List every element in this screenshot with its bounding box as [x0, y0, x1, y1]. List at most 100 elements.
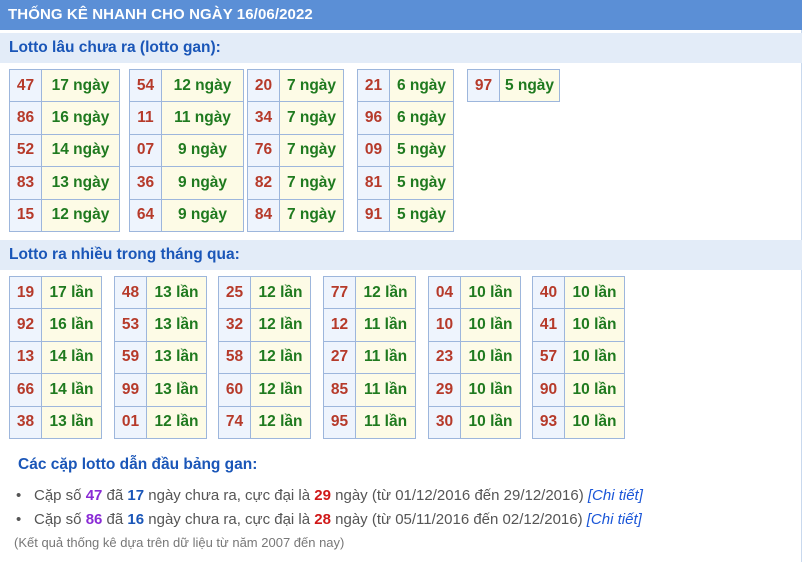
lotto-number: 13: [9, 340, 42, 375]
lotto-number: 91: [357, 198, 390, 232]
table-row: 54 12 ngày: [129, 68, 244, 103]
lotto-count: 6 ngày: [389, 68, 454, 103]
lotto-count: 13 lần: [146, 340, 207, 375]
lotto-count: 9 ngày: [161, 133, 244, 168]
page-title: THỐNG KÊ NHANH CHO NGÀY 16/06/2022: [0, 0, 802, 30]
lotto-count: 12 lần: [355, 275, 416, 310]
table-row: 52 14 ngày: [9, 133, 120, 168]
gan-table: 97 5 ngày: [467, 68, 560, 103]
lotto-count: 12 ngày: [41, 198, 120, 232]
frequent-section-title: Lotto ra nhiều trong tháng qua:: [0, 240, 802, 270]
lotto-number: 10: [428, 308, 461, 342]
pair-days: 17: [127, 487, 145, 504]
lotto-number: 92: [9, 308, 42, 342]
table-row: 96 6 ngày: [357, 101, 454, 135]
pair-text: Cặp số: [34, 487, 86, 504]
lotto-number: 29: [428, 373, 461, 407]
lotto-number: 74: [218, 405, 251, 439]
lotto-number: 66: [9, 373, 42, 407]
detail-link[interactable]: [Chi tiết]: [587, 511, 642, 528]
lotto-number: 09: [357, 133, 390, 168]
table-row: 91 5 ngày: [357, 198, 454, 232]
pair-number: 47: [85, 487, 103, 504]
gan-section-title: Lotto lâu chưa ra (lotto gan):: [0, 33, 802, 63]
lotto-number: 01: [114, 405, 147, 439]
lotto-number: 52: [9, 133, 42, 168]
lotto-number: 64: [129, 198, 162, 232]
lotto-number: 15: [9, 198, 42, 232]
table-row: 23 10 lần: [428, 340, 521, 375]
table-row: 25 12 lần: [218, 275, 311, 310]
lotto-number: 99: [114, 373, 147, 407]
lotto-count: 14 lần: [41, 340, 102, 375]
table-row: 93 10 lần: [532, 405, 625, 439]
table-row: 40 10 lần: [532, 275, 625, 310]
bullet: •: [16, 487, 22, 504]
lotto-number: 95: [323, 405, 356, 439]
lotto-number: 11: [129, 101, 162, 135]
pair-max: 28: [314, 511, 331, 528]
pair-text: ngày chưa ra, cực đại là: [144, 511, 315, 528]
frequent-table: 77 12 lần 12 11 lần 27 11 lần 85 11 lần 95 11 lần: [323, 275, 416, 439]
lotto-count: 5 ngày: [389, 198, 454, 232]
table-row: 32 12 lần: [218, 308, 311, 342]
gan-table: 47 17 ngày 86 16 ngày 52 14 ngày 83 13 ngày 15 12…: [9, 68, 120, 232]
table-row: 97 5 ngày: [467, 68, 560, 103]
lotto-count: 6 ngày: [389, 101, 454, 135]
lotto-count: 12 lần: [146, 405, 207, 439]
lotto-count: 5 ngày: [389, 133, 454, 168]
lotto-count: 12 lần: [250, 308, 311, 342]
lotto-count: 5 ngày: [499, 68, 560, 103]
table-row: 41 10 lần: [532, 308, 625, 342]
table-row: 74 12 lần: [218, 405, 311, 439]
lotto-count: 16 ngày: [41, 101, 120, 135]
frequent-table: 04 10 lần 10 10 lần 23 10 lần 29 10 lần 30 10 lần: [428, 275, 521, 439]
lotto-count: 10 lần: [460, 275, 521, 310]
lotto-number: 41: [532, 308, 565, 342]
lotto-number: 90: [532, 373, 565, 407]
lotto-number: 21: [357, 68, 390, 103]
lotto-count: 10 lần: [564, 275, 625, 310]
table-row: 10 10 lần: [428, 308, 521, 342]
lotto-number: 54: [129, 68, 162, 103]
table-row: 38 13 lần: [9, 405, 102, 439]
lotto-number: 85: [323, 373, 356, 407]
lotto-number: 86: [9, 101, 42, 135]
lotto-count: 11 lần: [355, 308, 416, 342]
lotto-number: 19: [9, 275, 42, 310]
pairs-title: Các cặp lotto dẫn đầu bảng gan:: [18, 456, 258, 473]
lotto-count: 10 lần: [564, 405, 625, 439]
lotto-number: 60: [218, 373, 251, 407]
lotto-number: 38: [9, 405, 42, 439]
table-row: 99 13 lần: [114, 373, 207, 407]
pair-days: 16: [127, 511, 145, 528]
pair-max: 29: [314, 487, 331, 504]
lotto-number: 57: [532, 340, 565, 375]
gan-table: 21 6 ngày 96 6 ngày 09 5 ngày 81 5 ngày 91 5 ngày: [357, 68, 454, 232]
lotto-count: 17 lần: [41, 275, 102, 310]
lotto-count: 11 lần: [355, 340, 416, 375]
table-row: 66 14 lần: [9, 373, 102, 407]
lotto-count: 13 lần: [146, 308, 207, 342]
gan-table: 54 12 ngày 11 11 ngày 07 9 ngày 36 9 ngày 64 9 ng…: [129, 68, 244, 232]
stats-panel: THỐNG KÊ NHANH CHO NGÀY 16/06/2022 Lotto…: [0, 0, 802, 562]
pair-item: • Cặp số 47 đã 17 ngày chưa ra, cực đại l…: [16, 484, 643, 508]
table-row: 85 11 lần: [323, 373, 416, 407]
table-row: 95 11 lần: [323, 405, 416, 439]
table-row: 76 7 ngày: [247, 133, 344, 168]
lotto-count: 13 ngày: [41, 166, 120, 200]
lotto-number: 77: [323, 275, 356, 310]
table-row: 84 7 ngày: [247, 198, 344, 232]
lotto-number: 07: [129, 133, 162, 168]
table-row: 19 17 lần: [9, 275, 102, 310]
table-row: 11 11 ngày: [129, 101, 244, 135]
table-row: 48 13 lần: [114, 275, 207, 310]
lotto-count: 11 lần: [355, 373, 416, 407]
lotto-count: 10 lần: [460, 340, 521, 375]
table-row: 60 12 lần: [218, 373, 311, 407]
table-row: 77 12 lần: [323, 275, 416, 310]
frequent-table: 19 17 lần 92 16 lần 13 14 lần 66 14 lần 38 13 lần: [9, 275, 102, 439]
lotto-count: 10 lần: [564, 308, 625, 342]
table-row: 81 5 ngày: [357, 166, 454, 200]
detail-link[interactable]: [Chi tiết]: [588, 487, 643, 504]
